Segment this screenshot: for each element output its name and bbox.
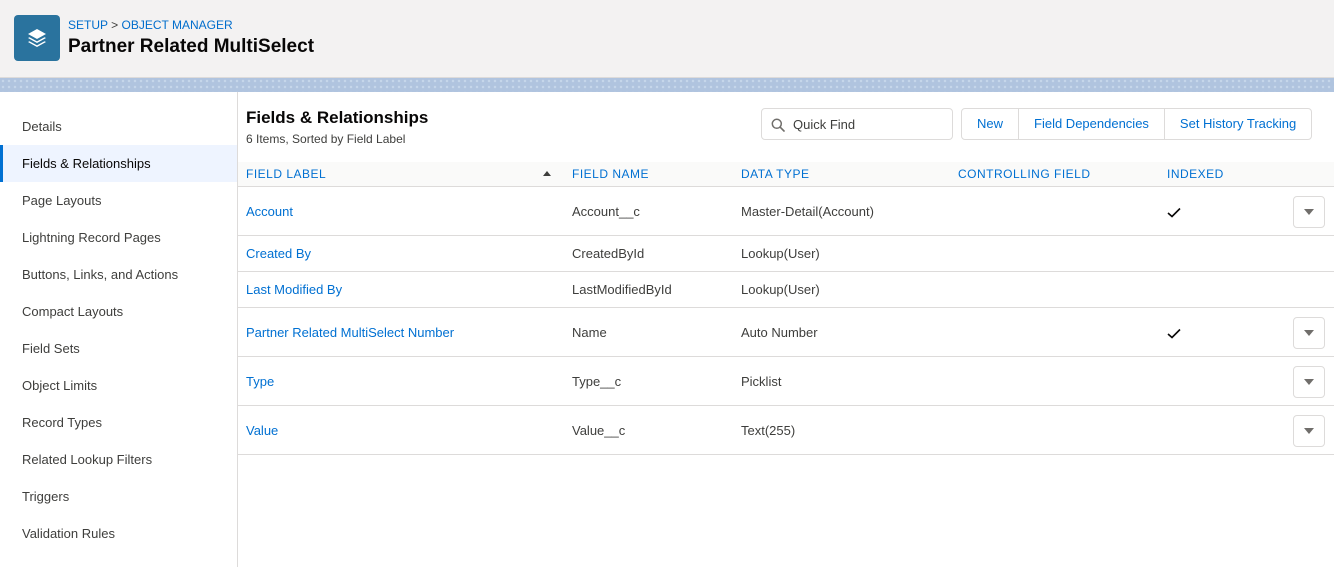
action-button-group: New Field Dependencies Set History Track… bbox=[961, 108, 1313, 140]
field-label-link[interactable]: Created By bbox=[246, 246, 311, 261]
sort-ascending-icon bbox=[543, 171, 551, 176]
data-type-cell: Lookup(User) bbox=[741, 246, 820, 261]
column-header-field-label[interactable]: FIELD LABEL bbox=[246, 162, 326, 186]
field-name-cell: Account__c bbox=[572, 204, 640, 219]
row-actions-menu-button[interactable] bbox=[1293, 366, 1325, 398]
sidebar-item-triggers[interactable]: Triggers bbox=[0, 478, 237, 515]
data-type-cell: Picklist bbox=[741, 374, 782, 389]
table-row: Value Value__c Text(255) bbox=[238, 406, 1334, 455]
sidebar-item-validation-rules[interactable]: Validation Rules bbox=[0, 515, 237, 552]
row-actions-menu-button[interactable] bbox=[1293, 196, 1325, 228]
main-panel: Fields & Relationships 6 Items, Sorted b… bbox=[238, 92, 1334, 567]
row-actions-menu-button[interactable] bbox=[1293, 317, 1325, 349]
column-header-data-type[interactable]: DATA TYPE bbox=[741, 162, 810, 186]
breadcrumb: SETUP > OBJECT MANAGER bbox=[68, 18, 233, 32]
column-header-indexed[interactable]: INDEXED bbox=[1167, 162, 1224, 186]
sidebar-item-related-lookup-filters[interactable]: Related Lookup Filters bbox=[0, 441, 237, 478]
sidebar-nav: Details Fields & Relationships Page Layout… bbox=[0, 92, 238, 567]
table-row: Last Modified By LastModifiedById Lookup(U… bbox=[238, 272, 1334, 308]
table-row: Created By CreatedById Lookup(User) bbox=[238, 236, 1334, 272]
sidebar-item-page-layouts[interactable]: Page Layouts bbox=[0, 182, 237, 219]
sidebar-item-field-sets[interactable]: Field Sets bbox=[0, 330, 237, 367]
table-row: Type Type__c Picklist bbox=[238, 357, 1334, 406]
set-history-tracking-button[interactable]: Set History Tracking bbox=[1163, 109, 1311, 139]
page-title: Partner Related MultiSelect bbox=[68, 36, 315, 57]
data-type-cell: Auto Number bbox=[741, 325, 818, 340]
field-label-link[interactable]: Type bbox=[246, 374, 274, 389]
indexed-check-icon bbox=[1167, 328, 1181, 339]
column-header-field-name[interactable]: FIELD NAME bbox=[572, 162, 649, 186]
chevron-down-icon bbox=[1304, 428, 1314, 434]
breadcrumb-object-manager[interactable]: OBJECT MANAGER bbox=[122, 18, 233, 32]
sidebar-item-compact-layouts[interactable]: Compact Layouts bbox=[0, 293, 237, 330]
indexed-check-icon bbox=[1167, 207, 1181, 218]
field-label-link[interactable]: Account bbox=[246, 204, 293, 219]
section-subtitle: 6 Items, Sorted by Field Label bbox=[246, 132, 406, 146]
sidebar-item-fields-relationships[interactable]: Fields & Relationships bbox=[0, 145, 237, 182]
sidebar-item-record-types[interactable]: Record Types bbox=[0, 404, 237, 441]
search-icon bbox=[771, 118, 785, 132]
data-type-cell: Lookup(User) bbox=[741, 282, 820, 297]
field-name-cell: Value__c bbox=[572, 423, 626, 438]
field-name-cell: LastModifiedById bbox=[572, 282, 672, 297]
field-label-link[interactable]: Partner Related MultiSelect Number bbox=[246, 325, 454, 340]
sidebar-item-buttons-links-and-actions[interactable]: Buttons, Links, and Actions bbox=[0, 256, 237, 293]
row-actions-menu-button[interactable] bbox=[1293, 415, 1325, 447]
table-row: Partner Related MultiSelect Number Name Au… bbox=[238, 308, 1334, 357]
quick-find-input[interactable] bbox=[793, 109, 948, 139]
table-row: Account Account__c Master-Detail(Account) bbox=[238, 187, 1334, 236]
field-label-link[interactable]: Last Modified By bbox=[246, 282, 342, 297]
header-band bbox=[0, 78, 1334, 92]
field-name-cell: Name bbox=[572, 325, 607, 340]
breadcrumb-separator: > bbox=[111, 18, 119, 32]
field-name-cell: CreatedById bbox=[572, 246, 645, 261]
layers-icon bbox=[14, 15, 60, 61]
chevron-down-icon bbox=[1304, 330, 1314, 336]
sidebar-item-object-limits[interactable]: Object Limits bbox=[0, 367, 237, 404]
chevron-down-icon bbox=[1304, 379, 1314, 385]
new-button[interactable]: New bbox=[962, 109, 1018, 139]
quick-find-box bbox=[761, 108, 953, 140]
data-type-cell: Text(255) bbox=[741, 423, 796, 438]
field-label-link[interactable]: Value bbox=[246, 423, 278, 438]
chevron-down-icon bbox=[1304, 209, 1314, 215]
data-type-cell: Master-Detail(Account) bbox=[741, 204, 874, 219]
field-dependencies-button[interactable]: Field Dependencies bbox=[1018, 109, 1164, 139]
table-header: FIELD LABEL FIELD NAME DATA TYPE CONTROL… bbox=[238, 162, 1334, 187]
breadcrumb-setup[interactable]: SETUP bbox=[68, 18, 108, 32]
sidebar-item-details[interactable]: Details bbox=[0, 108, 237, 145]
column-header-controlling-field[interactable]: CONTROLLING FIELD bbox=[958, 162, 1091, 186]
field-name-cell: Type__c bbox=[572, 374, 622, 389]
sidebar-item-lightning-record-pages[interactable]: Lightning Record Pages bbox=[0, 219, 237, 256]
section-title: Fields & Relationships bbox=[246, 108, 429, 127]
object-header: SETUP > OBJECT MANAGER Partner Related M… bbox=[0, 0, 1334, 78]
